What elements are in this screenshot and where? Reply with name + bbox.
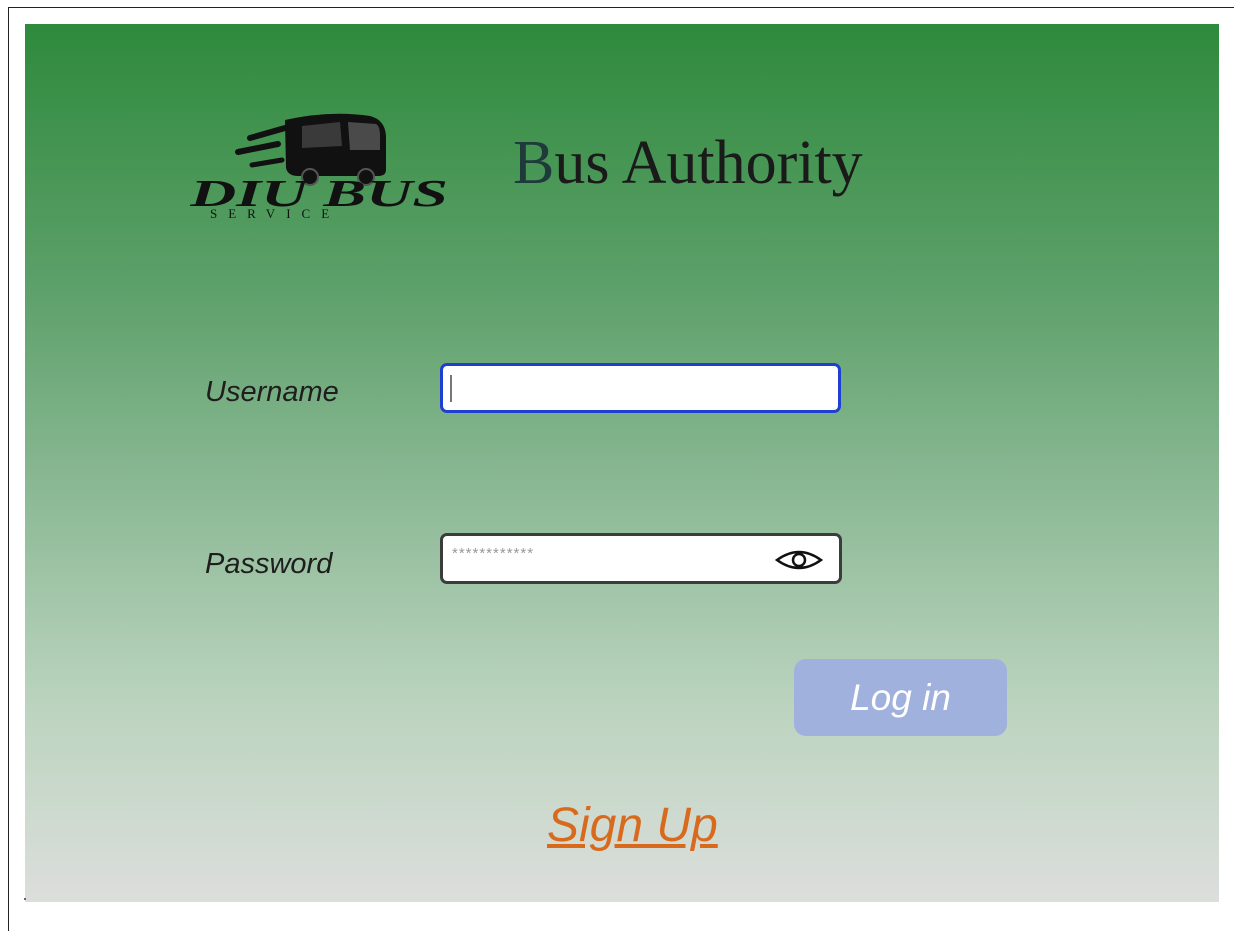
sign-up-link[interactable]: Sign Up — [547, 798, 718, 853]
artifact-dot — [24, 898, 26, 900]
page-title-rest: us Authority — [554, 129, 863, 197]
username-input[interactable] — [440, 363, 841, 413]
logo-subtext: SERVICE — [210, 206, 340, 220]
login-button[interactable]: Log in — [794, 659, 1007, 736]
password-label: Password — [205, 548, 333, 580]
password-mask: ************ — [452, 545, 535, 562]
page-title-initial: B — [513, 129, 555, 197]
text-caret — [450, 375, 452, 402]
page-title: Bus Authority — [513, 128, 863, 199]
username-label: Username — [205, 376, 339, 408]
password-input[interactable]: ************ — [440, 533, 842, 584]
diu-bus-logo: DIU BUS SERVICE — [190, 113, 448, 220]
eye-icon[interactable] — [773, 548, 825, 572]
